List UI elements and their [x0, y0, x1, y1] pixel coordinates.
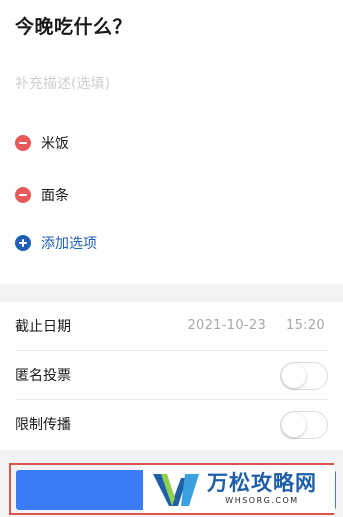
- watermark-name: 万松攻略网: [207, 471, 317, 495]
- description-input[interactable]: [15, 76, 315, 92]
- deadline-value[interactable]: 2021-10-23 15:20: [187, 318, 325, 333]
- anonymous-row: 匿名投票: [15, 351, 328, 400]
- limit-spread-row: 限制传播: [15, 400, 328, 448]
- option-label[interactable]: 米饭: [41, 133, 69, 153]
- option-label[interactable]: 面条: [41, 185, 69, 205]
- deadline-label: 截止日期: [15, 319, 71, 335]
- deadline-time: 15:20: [286, 318, 325, 333]
- limit-spread-label: 限制传播: [15, 417, 71, 433]
- watermark: 万松攻略网 WHSORG.COM: [143, 465, 335, 513]
- deadline-date: 2021-10-23: [187, 318, 267, 333]
- settings-panel: 截止日期 2021-10-23 15:20 匿名投票 限制传播: [0, 302, 343, 450]
- anonymous-toggle[interactable]: [280, 362, 328, 390]
- add-option-button[interactable]: 添加选项: [15, 233, 97, 253]
- watermark-logo-icon: [153, 474, 199, 506]
- remove-icon[interactable]: [15, 187, 31, 203]
- limit-spread-toggle[interactable]: [280, 411, 328, 439]
- toggle-knob: [282, 413, 306, 437]
- watermark-domain: WHSORG.COM: [225, 496, 299, 505]
- option-row-2: 面条: [15, 185, 69, 205]
- remove-icon[interactable]: [15, 135, 31, 151]
- plus-icon: [15, 235, 31, 251]
- toggle-knob: [282, 364, 306, 388]
- deadline-row[interactable]: 截止日期 2021-10-23 15:20: [15, 302, 328, 351]
- add-option-label: 添加选项: [41, 236, 97, 252]
- watermark-text: 万松攻略网 WHSORG.COM: [207, 473, 317, 505]
- option-row-1: 米饭: [15, 133, 69, 153]
- poll-title[interactable]: 今晚吃什么？: [15, 12, 132, 39]
- anonymous-label: 匿名投票: [15, 368, 71, 384]
- poll-editor-panel: 今晚吃什么？ 米饭 面条 添加选项: [0, 0, 343, 284]
